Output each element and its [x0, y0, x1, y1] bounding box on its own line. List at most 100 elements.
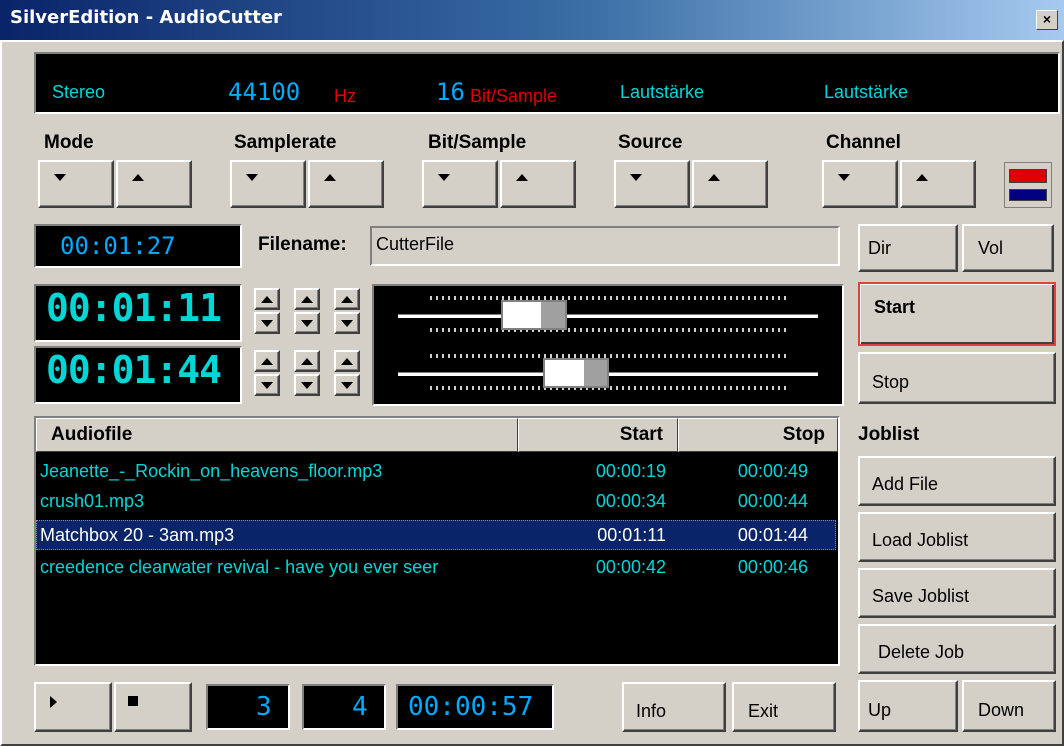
total-jobs-value: 4 — [352, 692, 368, 722]
samplerate-up-button[interactable] — [308, 160, 384, 208]
stop-sec-up-button[interactable] — [334, 350, 360, 372]
arrow-down-icon — [341, 381, 353, 389]
row-start: 00:00:42 — [595, 556, 666, 577]
add-file-button[interactable]: Add File — [858, 456, 1056, 506]
samplerate-unit: Hz — [334, 86, 356, 106]
row-start: 00:00:19 — [595, 460, 666, 481]
channel-indicator[interactable] — [1004, 162, 1052, 208]
filename-input[interactable]: CutterFile — [370, 226, 840, 266]
joblist-label: Joblist — [858, 424, 920, 445]
channel-label: Channel — [826, 132, 901, 153]
arrow-up-icon — [708, 174, 720, 181]
arrow-down-icon — [261, 381, 273, 389]
up-button[interactable]: Up — [858, 680, 958, 732]
column-header-audiofile[interactable]: Audiofile — [36, 418, 518, 452]
dir-button[interactable]: Dir — [858, 224, 958, 272]
channel-down-button[interactable] — [822, 160, 898, 208]
down-button[interactable]: Down — [962, 680, 1056, 732]
mode-up-button[interactable] — [116, 160, 192, 208]
exit-button[interactable]: Exit — [732, 682, 836, 732]
filename-label: Filename: — [258, 234, 347, 255]
total-jobs-display — [302, 684, 386, 730]
arrow-up-icon — [516, 174, 528, 181]
delete-job-button[interactable]: Delete Job — [858, 624, 1056, 674]
arrow-down-icon — [630, 174, 642, 181]
table-row-selected[interactable]: Matchbox 20 - 3am.mp3 00:01:11 00:01:44 — [36, 520, 836, 550]
current-job-display — [206, 684, 290, 730]
row-file: Matchbox 20 - 3am.mp3 — [40, 524, 235, 545]
samplerate-label: Samplerate — [234, 132, 337, 153]
channel-up-button[interactable] — [900, 160, 976, 208]
save-joblist-button[interactable]: Save Joblist — [858, 568, 1056, 618]
stop-button[interactable]: Stop — [858, 352, 1056, 404]
vol-button[interactable]: Vol — [962, 224, 1054, 272]
bits-value: 16 — [436, 78, 465, 106]
stop-playback-button[interactable] — [114, 682, 192, 732]
arrow-down-icon — [261, 319, 273, 327]
start-time-value: 00:01:11 — [46, 286, 222, 330]
mode-label: Mode — [44, 132, 94, 153]
play-button[interactable] — [34, 682, 112, 732]
start-slider-thumb[interactable] — [500, 300, 567, 330]
table-row[interactable]: crush01.mp3 00:00:34 00:00:44 — [36, 486, 836, 516]
stop-min-up-button[interactable] — [294, 350, 320, 372]
bits-unit: Bit/Sample — [470, 86, 558, 106]
mode-value: Stereo — [52, 82, 106, 102]
source-up-button[interactable] — [692, 160, 768, 208]
bitsample-label: Bit/Sample — [428, 132, 527, 153]
arrow-up-icon — [261, 295, 273, 303]
arrow-down-icon — [341, 319, 353, 327]
stop-min-down-button[interactable] — [294, 374, 320, 396]
row-file: crush01.mp3 — [40, 490, 145, 511]
stop-slider-thumb[interactable] — [543, 358, 610, 388]
close-button[interactable]: × — [1036, 10, 1058, 30]
arrow-up-icon — [261, 357, 273, 365]
stop-hour-up-button[interactable] — [254, 350, 280, 372]
current-job-value: 3 — [256, 692, 272, 722]
load-joblist-button[interactable]: Load Joblist — [858, 512, 1056, 562]
arrow-down-icon — [301, 319, 313, 327]
start-sec-down-button[interactable] — [334, 312, 360, 334]
arrow-down-icon — [301, 381, 313, 389]
start-min-up-button[interactable] — [294, 288, 320, 310]
start-hour-down-button[interactable] — [254, 312, 280, 334]
stop-sec-down-button[interactable] — [334, 374, 360, 396]
arrow-up-icon — [301, 295, 313, 303]
source-down-button[interactable] — [614, 160, 690, 208]
arrow-down-icon — [438, 174, 450, 181]
stop-time-value: 00:01:44 — [46, 348, 222, 392]
samplerate-value: 44100 — [228, 78, 301, 106]
table-row[interactable]: creedence clearwater revival - have you … — [36, 552, 836, 582]
bitsample-up-button[interactable] — [500, 160, 576, 208]
row-stop: 00:00:49 — [737, 460, 808, 481]
bitsample-down-button[interactable] — [422, 160, 498, 208]
play-icon — [50, 696, 57, 708]
tick-marks — [430, 328, 786, 332]
arrow-up-icon — [324, 174, 336, 181]
row-stop: 00:01:44 — [737, 524, 808, 545]
source-label: Source — [618, 132, 683, 153]
slider-panel — [372, 284, 844, 406]
info-button[interactable]: Info — [622, 682, 726, 732]
arrow-down-icon — [838, 174, 850, 181]
stop-hour-down-button[interactable] — [254, 374, 280, 396]
column-header-start[interactable]: Start — [518, 418, 678, 452]
start-button[interactable]: Start — [858, 282, 1056, 346]
start-hour-up-button[interactable] — [254, 288, 280, 310]
playback-position-value: 00:00:57 — [408, 692, 534, 722]
arrow-up-icon — [301, 357, 313, 365]
start-slider-track[interactable] — [398, 314, 818, 318]
arrow-up-icon — [341, 295, 353, 303]
column-header-stop[interactable]: Stop — [678, 418, 838, 452]
samplerate-down-button[interactable] — [230, 160, 306, 208]
start-sec-up-button[interactable] — [334, 288, 360, 310]
row-file: creedence clearwater revival - have you … — [40, 556, 439, 577]
mode-down-button[interactable] — [38, 160, 114, 208]
start-min-down-button[interactable] — [294, 312, 320, 334]
arrow-up-icon — [341, 357, 353, 365]
volume-right-label: Lautstärke — [824, 82, 909, 102]
volume-left-label: Lautstärke — [620, 82, 705, 102]
table-row[interactable]: Jeanette_-_Rockin_on_heavens_floor.mp3 00… — [36, 456, 836, 486]
channel-right-swatch — [1009, 189, 1047, 201]
arrow-up-icon — [132, 174, 144, 181]
